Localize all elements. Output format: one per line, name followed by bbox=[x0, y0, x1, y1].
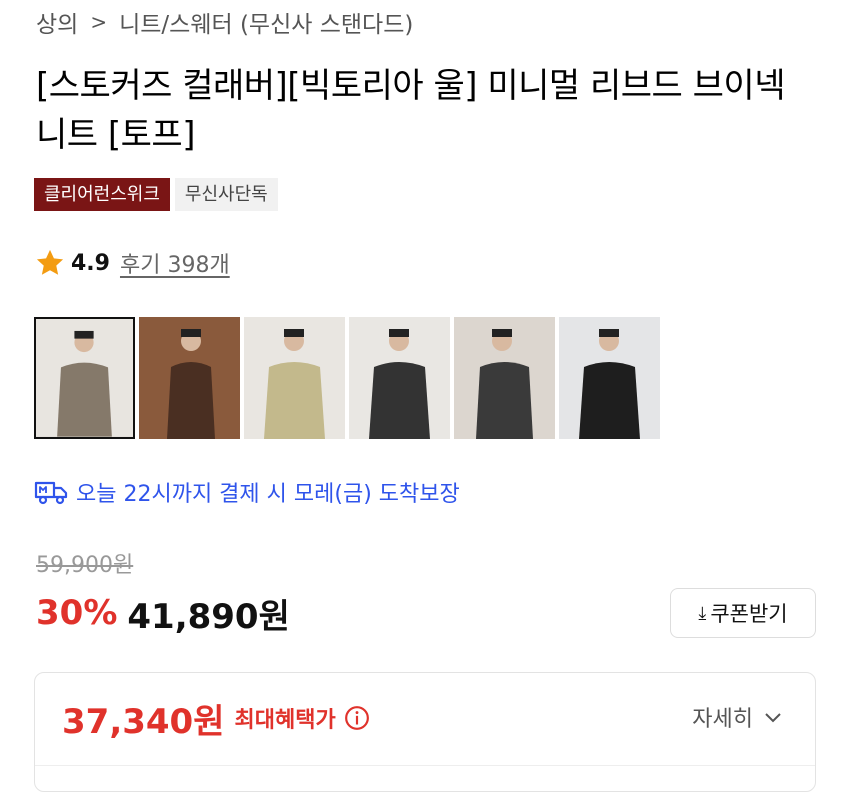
coupon-download-button[interactable]: ⤓ 쿠폰받기 bbox=[670, 588, 816, 638]
thumbnail-2[interactable] bbox=[139, 317, 240, 439]
product-photo bbox=[454, 317, 555, 439]
hair bbox=[284, 329, 304, 337]
chevron-down-icon bbox=[765, 713, 781, 723]
product-photo bbox=[244, 317, 345, 439]
badge-group: 클리어런스위크 무신사단독 bbox=[34, 178, 278, 211]
delivery-text: 오늘 22시까지 결제 시 모레(금) 도착보장 bbox=[76, 482, 460, 507]
original-price: 59,900원 bbox=[36, 553, 134, 578]
thumbnail-4[interactable] bbox=[349, 317, 450, 439]
sweater bbox=[264, 362, 325, 439]
product-photo bbox=[139, 317, 240, 439]
brand-badge[interactable]: 클리어런스위크 bbox=[34, 178, 170, 211]
review-count-link[interactable]: 후기 398개 bbox=[120, 247, 230, 279]
sweater bbox=[167, 362, 215, 439]
max-benefit-price: 37,340원 최대혜택가 bbox=[62, 693, 370, 743]
star-icon bbox=[36, 249, 64, 275]
rating-score: 4.9 bbox=[71, 250, 110, 276]
sweater bbox=[476, 362, 533, 439]
max-benefit-panel: 37,340원 최대혜택가 자세히 bbox=[34, 672, 816, 792]
breadcrumb-separator: > bbox=[90, 10, 108, 34]
details-label: 자세히 bbox=[692, 707, 753, 732]
thumbnail-6[interactable] bbox=[559, 317, 660, 439]
thumbnail-1[interactable] bbox=[34, 317, 135, 439]
breadcrumb-subcategory[interactable]: 니트/스웨터 (무신사 스탠다드) bbox=[119, 5, 413, 39]
sale-price: 41,890원 bbox=[127, 596, 290, 637]
coupon-label: 쿠폰받기 bbox=[710, 602, 788, 626]
exclusive-badge: 무신사단독 bbox=[174, 178, 278, 211]
info-icon[interactable] bbox=[344, 705, 370, 731]
details-toggle[interactable]: 자세히 bbox=[692, 701, 783, 733]
breadcrumb: 상의 > 니트/스웨터 (무신사 스탠다드) bbox=[36, 6, 413, 38]
hair bbox=[74, 330, 94, 339]
breadcrumb-category[interactable]: 상의 bbox=[36, 5, 78, 39]
price-row: 30% 41,890원 bbox=[36, 588, 290, 638]
delivery-guarantee[interactable]: 오늘 22시까지 결제 시 모레(금) 도착보장 bbox=[34, 474, 460, 510]
sweater bbox=[57, 362, 112, 437]
discount-rate: 30% bbox=[36, 593, 118, 633]
max-benefit-label: 최대혜택가 bbox=[234, 708, 336, 733]
hair bbox=[181, 329, 201, 337]
sweater bbox=[369, 362, 430, 439]
thumbnail-list bbox=[34, 317, 660, 439]
thumbnail-3[interactable] bbox=[244, 317, 345, 439]
max-benefit-amount: 37,340원 bbox=[62, 701, 225, 742]
product-photo bbox=[36, 319, 133, 437]
product-photo bbox=[559, 317, 660, 439]
divider bbox=[35, 765, 815, 766]
hair bbox=[389, 329, 409, 337]
download-icon: ⤓ bbox=[698, 602, 707, 624]
sweater bbox=[579, 362, 640, 439]
product-title: [스토커즈 컬래버][빅토리아 울] 미니멀 리브드 브이넥 니트 [토프] bbox=[36, 66, 785, 155]
hair bbox=[599, 329, 619, 337]
thumbnail-5[interactable] bbox=[454, 317, 555, 439]
delivery-truck-icon bbox=[34, 481, 68, 505]
product-photo bbox=[349, 317, 450, 439]
rating: 4.9 후기 398개 bbox=[34, 246, 230, 280]
hair bbox=[492, 329, 512, 337]
